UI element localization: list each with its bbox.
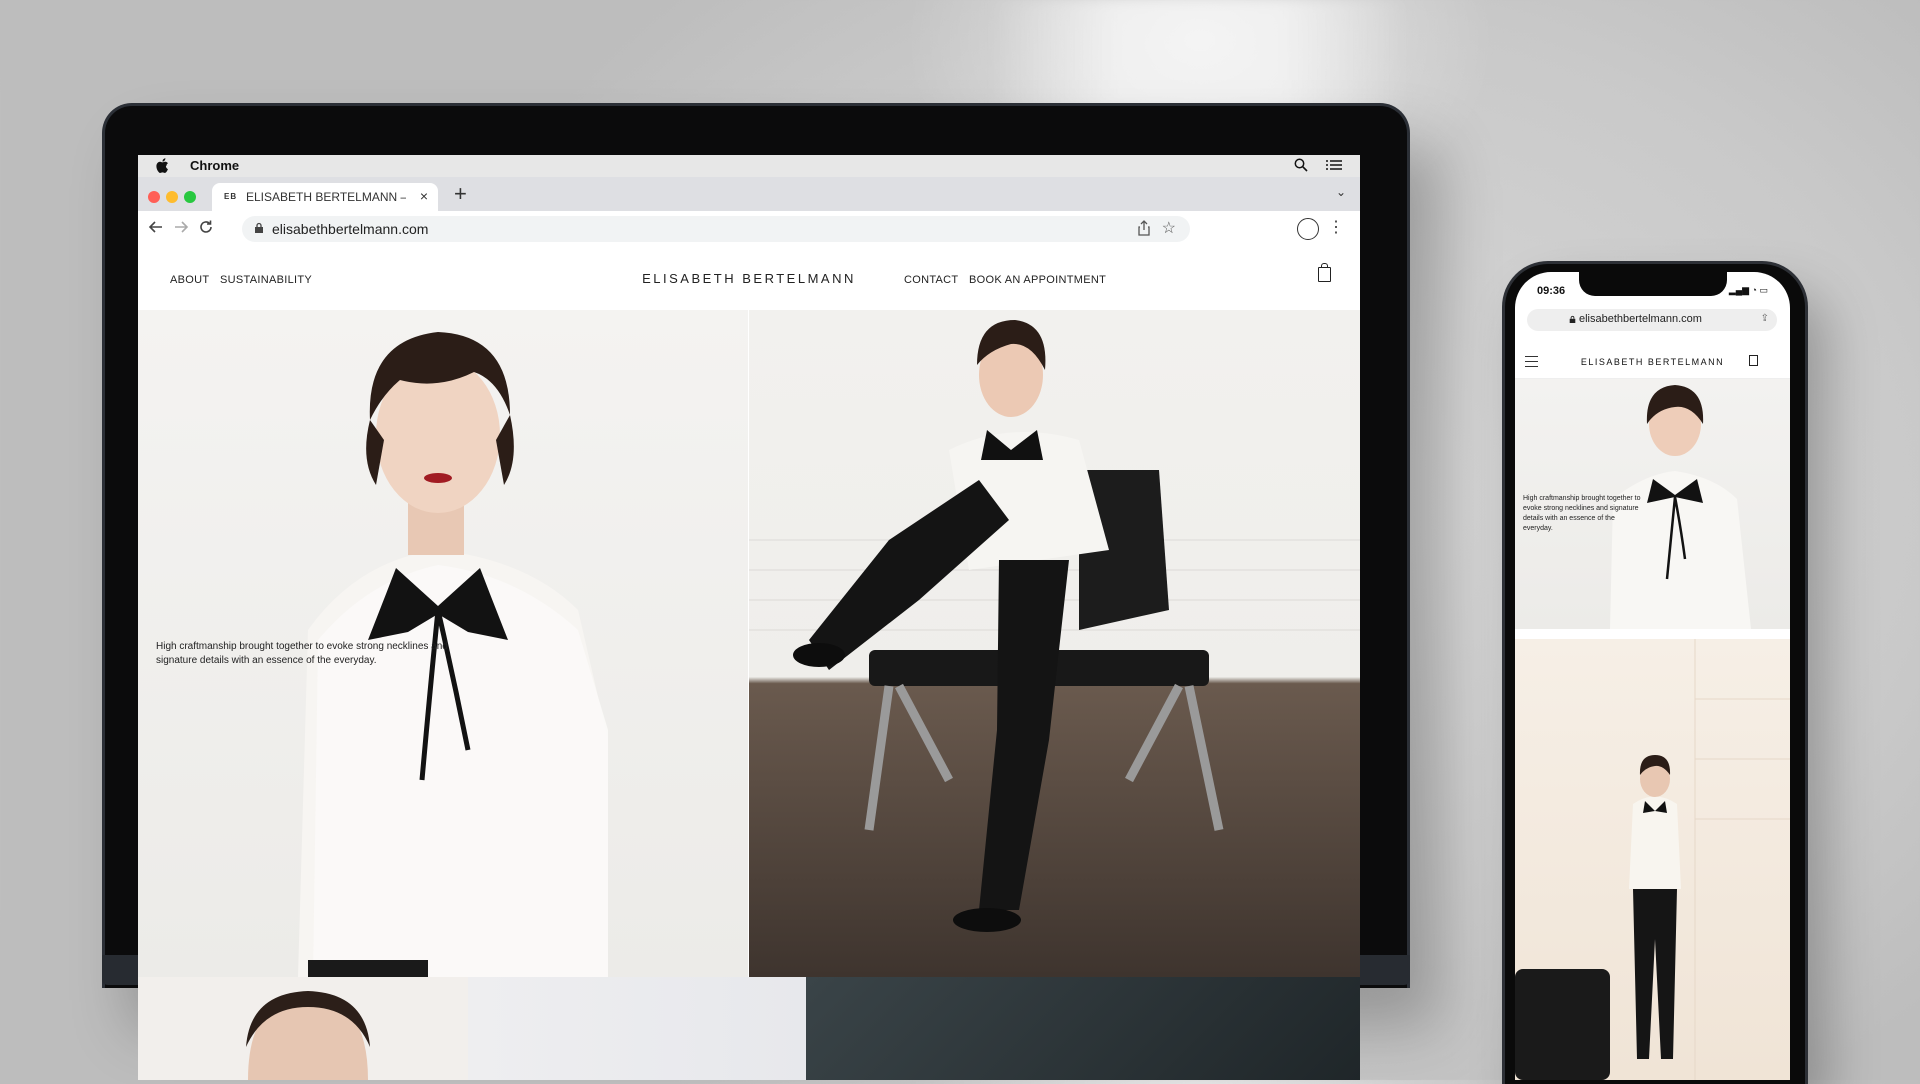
browser-tab[interactable]: EB ELISABETH BERTELMANN – OFFICIAL WEBSI…	[212, 183, 438, 211]
seated-model-illustration	[749, 320, 1360, 932]
image-tile-2[interactable]	[468, 977, 806, 1080]
menu-list-icon[interactable]	[1326, 158, 1342, 172]
forward-arrow-icon[interactable]	[173, 219, 189, 235]
search-icon[interactable]	[1294, 158, 1308, 172]
tab-title: ELISABETH BERTELMANN – OFFICIAL WEBSITE	[246, 190, 406, 204]
phone-hero-image[interactable]: High craftmanship brought together to ev…	[1515, 379, 1790, 629]
minimize-window-button[interactable]	[166, 191, 178, 203]
more-icon[interactable]: ⋮	[1328, 217, 1344, 237]
back-arrow-icon[interactable]	[148, 219, 164, 235]
phone-site-header: ELISABETH BERTELMANN	[1515, 342, 1790, 379]
apple-icon[interactable]	[156, 158, 169, 173]
image-tile-3[interactable]	[806, 977, 1360, 1080]
close-window-button[interactable]	[148, 191, 160, 203]
secondary-image-row	[138, 977, 1360, 1080]
maximize-window-button[interactable]	[184, 191, 196, 203]
star-icon[interactable]: ☆	[1162, 218, 1176, 238]
share-icon[interactable]	[1138, 220, 1150, 236]
profile-icon[interactable]	[1297, 218, 1319, 240]
light-reflection	[990, 0, 1410, 110]
hero-image-left[interactable]: High craftmanship brought together to ev…	[138, 310, 748, 977]
close-tab-button[interactable]: ×	[420, 188, 428, 204]
phone-notch	[1579, 272, 1727, 296]
bag-icon[interactable]	[1318, 263, 1331, 282]
status-icons: ▂▄▆ ◔ ▭	[1728, 285, 1768, 295]
image-tile-1[interactable]	[138, 977, 468, 1080]
reload-icon[interactable]	[198, 219, 214, 235]
browser-toolbar: elisabethbertelmann.com ☆ ⋮	[138, 211, 1360, 248]
url-text[interactable]: elisabethbertelmann.com	[272, 221, 428, 237]
phone-second-image[interactable]	[1515, 639, 1790, 1080]
phone-clock: 09:36	[1537, 285, 1566, 297]
site-logo[interactable]: ELISABETH BERTELMANN	[138, 271, 1360, 286]
phone-url-text[interactable]: elisabethbertelmann.com	[1579, 313, 1702, 325]
nav-contact[interactable]: CONTACT	[904, 274, 958, 286]
tab-strip: EB ELISABETH BERTELMANN – OFFICIAL WEBSI…	[138, 177, 1360, 211]
tab-search-button[interactable]: ⌄	[1336, 185, 1346, 199]
nav-book-appointment[interactable]: BOOK AN APPOINTMENT	[969, 274, 1106, 286]
address-bar[interactable]: elisabethbertelmann.com ☆	[242, 216, 1190, 242]
hero-image-right[interactable]	[749, 310, 1360, 977]
new-tab-button[interactable]: +	[454, 181, 467, 207]
phone-hero-description: High craftmanship brought together to ev…	[1523, 495, 1641, 532]
laptop-screen: Chrome EB ELISABETH BERTELMANN – OFFICIA…	[138, 155, 1360, 1080]
phone-address-bar[interactable]: elisabethbertelmann.com ⇪	[1527, 309, 1777, 331]
favicon: EB	[224, 192, 238, 201]
lock-icon	[1569, 315, 1576, 323]
active-app-name[interactable]: Chrome	[190, 158, 239, 173]
mac-menubar: Chrome	[138, 155, 1360, 178]
lock-icon[interactable]	[254, 222, 264, 234]
site-header: ABOUT SUSTAINABILITY ELISABETH BERTELMAN…	[138, 247, 1360, 309]
share-icon[interactable]: ⇪	[1761, 313, 1769, 324]
bag-icon[interactable]	[1749, 355, 1758, 366]
hero-description: High craftmanship brought together to ev…	[156, 641, 448, 666]
phone-screen: 09:36 ▂▄▆ ◔ ▭ elisabethbertelmann.com ⇪ …	[1515, 272, 1790, 1080]
